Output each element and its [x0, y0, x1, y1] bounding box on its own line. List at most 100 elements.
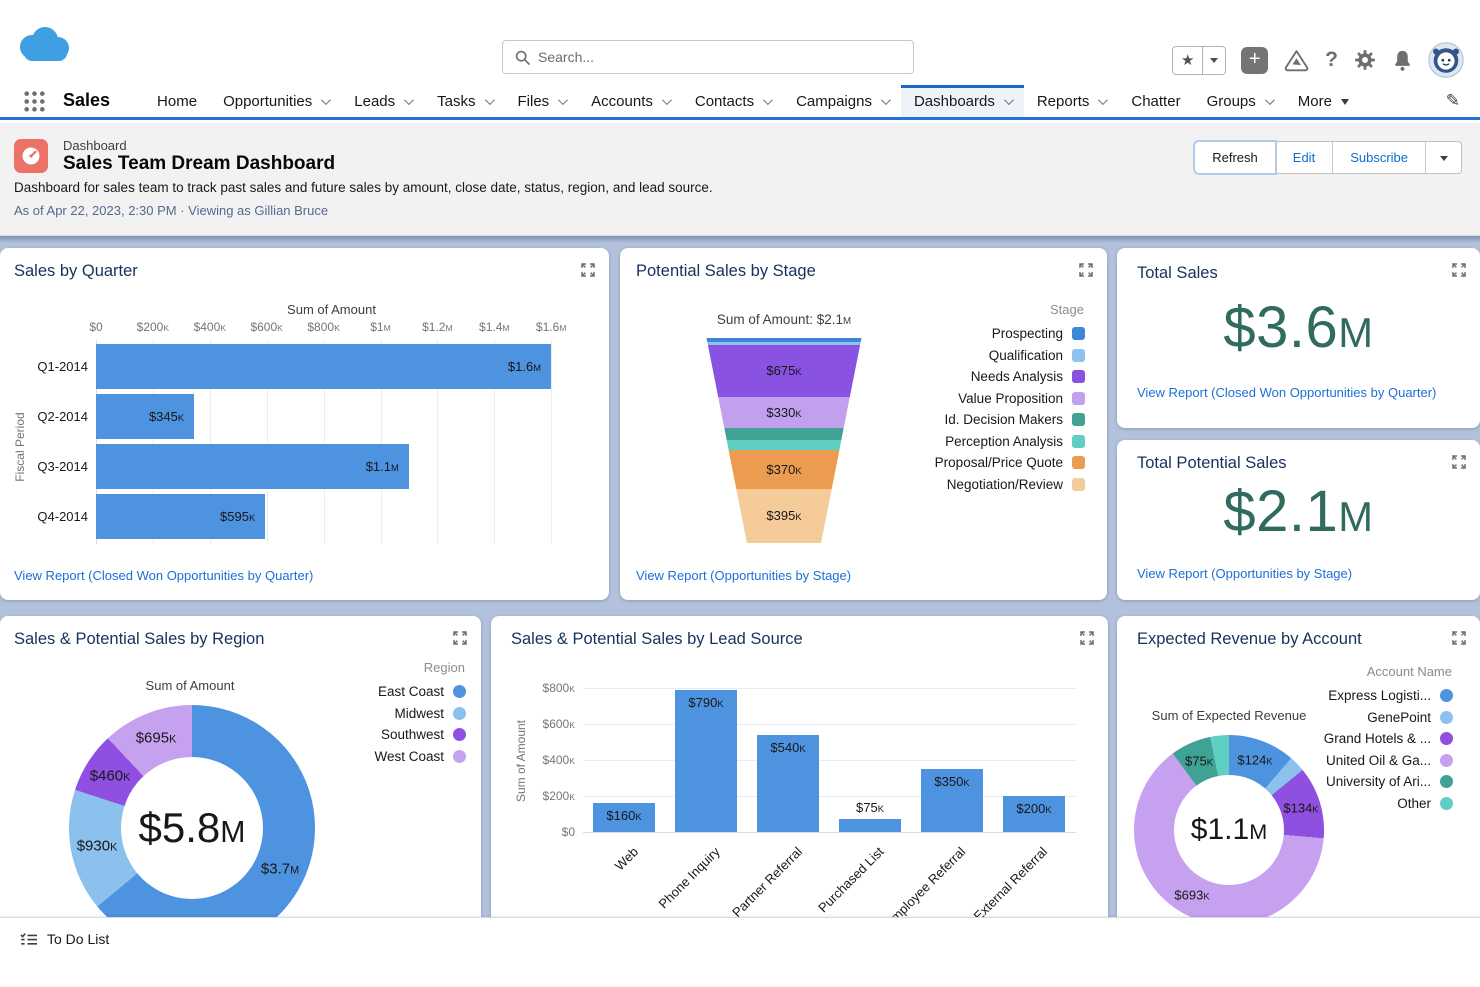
funnel-segment-proposal-price-quote[interactable] [704, 450, 864, 489]
legend-item-proposal-price-quote[interactable]: Proposal/Price Quote [935, 455, 1085, 470]
tab-groups[interactable]: Groups [1194, 85, 1285, 117]
tab-label: Files [518, 93, 550, 110]
funnel-segment-perception-analysis[interactable] [704, 440, 864, 450]
tab-label: More [1298, 93, 1332, 110]
global-search[interactable] [502, 40, 914, 74]
notifications-bell-icon[interactable] [1392, 49, 1413, 72]
category-label: Q1-2014 [28, 359, 88, 374]
favorites-star-icon[interactable]: ★ [1172, 46, 1203, 75]
view-report-link[interactable]: View Report (Opportunities by Stage) [1137, 566, 1352, 581]
legend-item-genepoint[interactable]: GenePoint [1324, 710, 1453, 725]
expand-icon[interactable] [1452, 631, 1466, 645]
legend-item-southwest[interactable]: Southwest [374, 727, 466, 742]
legend-title: Account Name [1324, 664, 1453, 679]
funnel-segment-negotiation-review[interactable] [704, 489, 864, 543]
bar-phone-inquiry[interactable] [675, 690, 737, 832]
bar-value-label: $1.6M [508, 359, 541, 374]
legend-item-midwest[interactable]: Midwest [374, 706, 466, 721]
legend-item-needs-analysis[interactable]: Needs Analysis [935, 369, 1085, 384]
tab-opportunities[interactable]: Opportunities [210, 85, 341, 117]
app-name: Sales [63, 90, 110, 117]
legend-item-id-decision-makers[interactable]: Id. Decision Makers [935, 412, 1085, 427]
legend-item-perception-analysis[interactable]: Perception Analysis [935, 434, 1085, 449]
legend-item-other[interactable]: Other [1324, 796, 1453, 811]
legend-item-university-of-ari[interactable]: University of Ari... [1324, 774, 1453, 789]
legend-item-prospecting[interactable]: Prospecting [935, 326, 1085, 341]
category-label: External Referral [971, 844, 1051, 917]
setup-gear-icon[interactable] [1353, 48, 1377, 72]
tab-tasks[interactable]: Tasks [424, 85, 504, 117]
chevron-down-icon [662, 95, 672, 105]
legend-item-negotiation-review[interactable]: Negotiation/Review [935, 477, 1085, 492]
expand-icon[interactable] [1452, 263, 1466, 277]
bar-q1-2014[interactable] [96, 344, 551, 389]
tab-more[interactable]: More [1285, 85, 1362, 117]
card-title: Total Potential Sales [1137, 454, 1287, 473]
expand-icon[interactable] [1452, 455, 1466, 469]
help-icon[interactable]: ? [1325, 48, 1338, 72]
tab-leads[interactable]: Leads [341, 85, 424, 117]
search-input[interactable] [538, 49, 901, 65]
circle-swatch [453, 728, 466, 741]
tab-home[interactable]: Home [144, 85, 210, 117]
legend-label: Midwest [394, 706, 444, 721]
bar-q3-2014[interactable] [96, 444, 409, 489]
funnel-segment-value-proposition[interactable] [704, 397, 864, 428]
view-report-link[interactable]: View Report (Closed Won Opportunities by… [1137, 385, 1436, 400]
quick-create-plus-icon[interactable]: + [1241, 47, 1268, 74]
edit-button[interactable]: Edit [1275, 142, 1332, 173]
bar-value-label: $790K [688, 695, 723, 710]
chevron-down-icon [1098, 95, 1108, 105]
expand-icon[interactable] [1080, 631, 1094, 645]
x-axis-tick: $1.2M [422, 320, 453, 334]
todo-list-utility-item[interactable]: To Do List [14, 927, 115, 951]
circle-swatch [1440, 775, 1453, 788]
tab-files[interactable]: Files [505, 85, 579, 117]
tab-reports[interactable]: Reports [1024, 85, 1119, 117]
legend-item-united-oil-ga[interactable]: United Oil & Ga... [1324, 753, 1453, 768]
legend-item-east-coast[interactable]: East Coast [374, 684, 466, 699]
funnel-segment-prospecting[interactable] [704, 338, 864, 342]
subscribe-button[interactable]: Subscribe [1332, 142, 1425, 173]
legend-item-qualification[interactable]: Qualification [935, 348, 1085, 363]
category-label: Phone Inquiry [655, 844, 722, 911]
card-title: Expected Revenue by Account [1137, 630, 1362, 649]
funnel-segment-id-decision-makers[interactable] [704, 428, 864, 440]
legend-item-west-coast[interactable]: West Coast [374, 749, 466, 764]
chevron-down-icon [404, 95, 414, 105]
tab-chatter[interactable]: Chatter [1118, 85, 1193, 117]
legend-item-express-logisti[interactable]: Express Logisti... [1324, 688, 1453, 703]
bar-purchased-list[interactable] [839, 819, 901, 833]
card-total-sales: Total Sales $3.6M View Report (Closed Wo… [1117, 248, 1480, 428]
card-sales-by-region: Sales & Potential Sales by Region Sum of… [0, 616, 481, 917]
edit-nav-pencil-icon[interactable]: ✎ [1446, 91, 1460, 111]
expand-icon[interactable] [581, 263, 595, 277]
tab-campaigns[interactable]: Campaigns [783, 85, 901, 117]
tab-accounts[interactable]: Accounts [578, 85, 682, 117]
favorites-dropdown-icon[interactable] [1203, 46, 1226, 75]
chevron-down-icon [763, 95, 773, 105]
view-report-link[interactable]: View Report (Opportunities by Stage) [636, 568, 851, 583]
funnel-segment-qualification[interactable] [704, 342, 864, 345]
app-launcher-icon[interactable] [22, 89, 47, 117]
card-title: Potential Sales by Stage [636, 262, 816, 281]
more-actions-caret-icon[interactable] [1425, 142, 1461, 173]
funnel-segment-needs-analysis[interactable] [704, 345, 864, 397]
tab-dashboards[interactable]: Dashboards [901, 85, 1024, 117]
tab-contacts[interactable]: Contacts [682, 85, 783, 117]
tab-label: Dashboards [914, 93, 995, 110]
view-report-link[interactable]: View Report (Closed Won Opportunities by… [14, 568, 313, 583]
caret-down-icon [1341, 99, 1349, 109]
category-label: Q4-2014 [28, 509, 88, 524]
user-avatar[interactable] [1428, 42, 1464, 78]
guidance-center-icon[interactable] [1283, 48, 1310, 72]
x-axis-tick: $200K [137, 320, 169, 334]
circle-swatch [1440, 689, 1453, 702]
card-potential-sales-by-stage: Potential Sales by Stage Sum of Amount: … [620, 248, 1107, 600]
legend-item-value-proposition[interactable]: Value Proposition [935, 391, 1085, 406]
legend-item-grand-hotels[interactable]: Grand Hotels & ... [1324, 731, 1453, 746]
expand-icon[interactable] [1079, 263, 1093, 277]
refresh-button[interactable]: Refresh [1195, 142, 1275, 173]
expand-icon[interactable] [453, 631, 467, 645]
card-title: Total Sales [1137, 264, 1218, 283]
